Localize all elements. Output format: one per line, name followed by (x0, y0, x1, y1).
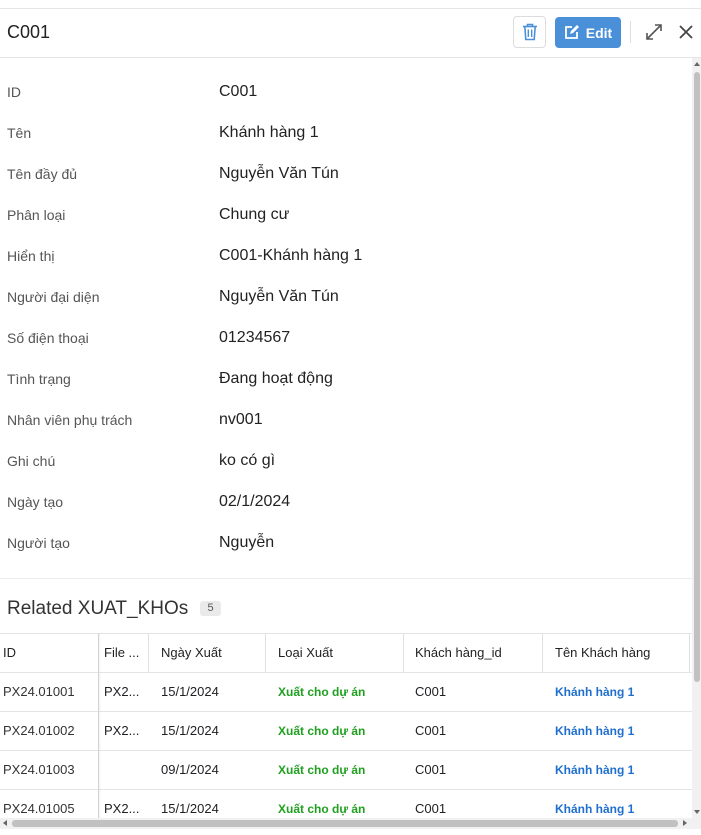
related-table: ID File ... Ngày Xuất Loại Xuất Khách hà… (0, 633, 692, 829)
column-separator (148, 634, 149, 672)
field-label: Tên (7, 125, 32, 141)
cell-loai-xuat: Xuất cho dự án (278, 763, 366, 777)
panel-header: C001 Edit (0, 9, 701, 58)
trash-icon (522, 23, 537, 41)
cell-khach-hang-id: C001 (415, 762, 447, 777)
cell-id: PX24.01001 (3, 684, 75, 699)
cell-ten-khach-hang-link[interactable]: Khánh hàng 1 (555, 712, 685, 750)
field-label: Nhân viên phụ trách (7, 412, 133, 428)
scroll-right-arrow-icon[interactable] (683, 820, 687, 826)
edit-icon (564, 25, 579, 39)
field-hien-thi: Hiển thị C001-Khánh hàng 1 (0, 222, 692, 264)
horizontal-scrollbar[interactable] (0, 818, 701, 829)
scroll-up-arrow-icon[interactable] (694, 62, 700, 66)
cell-loai-xuat: Xuất cho dự án (278, 724, 366, 738)
field-label: Tình trạng (7, 371, 71, 387)
field-ten-day-du: Tên đầy đủ Nguyễn Văn Tún (0, 140, 692, 182)
field-nguoi-dai-dien: Người đại diện Nguyễn Văn Tún (0, 263, 692, 305)
cell-ngay-xuat: 15/1/2024 (161, 684, 219, 699)
cell-ten-khach-hang-link[interactable]: Khánh hàng 1 (555, 673, 685, 711)
field-label: Phân loại (7, 207, 66, 223)
table-row[interactable]: PX24.01003 09/1/2024 Xuất cho dự án C001… (0, 751, 692, 790)
edit-button[interactable]: Edit (555, 17, 621, 48)
field-label: Người đại diện (7, 289, 100, 305)
cell-id: PX24.01002 (3, 723, 75, 738)
table-row[interactable]: PX24.01002 PX2... 15/1/2024 Xuất cho dự … (0, 712, 692, 751)
field-label: ID (7, 84, 21, 100)
cell-khach-hang-id: C001 (415, 723, 447, 738)
cell-ngay-xuat: 15/1/2024 (161, 723, 219, 738)
related-count-badge: 5 (200, 601, 221, 616)
column-header-id[interactable]: ID (3, 634, 95, 672)
related-section-title: Related XUAT_KHOs (7, 598, 189, 619)
table-header-row: ID File ... Ngày Xuất Loại Xuất Khách hà… (0, 633, 692, 673)
field-label: Ghi chú (7, 453, 56, 469)
column-separator (542, 634, 543, 672)
table-row[interactable]: PX24.01001 PX2... 15/1/2024 Xuất cho dự … (0, 673, 692, 712)
vertical-scrollbar[interactable] (692, 58, 701, 818)
cell-ngay-xuat: 09/1/2024 (161, 762, 219, 777)
cell-ten-khach-hang-link[interactable]: Khánh hàng 1 (555, 751, 685, 789)
cell-khach-hang-id: C001 (415, 684, 447, 699)
field-value: Nguyễn (219, 534, 275, 551)
vertical-scrollbar-thumb[interactable] (694, 72, 700, 682)
field-id: ID C001 (0, 58, 692, 100)
header-separator (630, 21, 631, 43)
scroll-left-arrow-icon[interactable] (3, 820, 7, 826)
field-nguoi-tao: Người tạo Nguyễn (0, 509, 692, 551)
cell-file: PX2... (104, 684, 140, 699)
field-label: Người tạo (7, 535, 70, 551)
delete-button[interactable] (513, 16, 546, 48)
field-tinh-trang: Tình trạng Đang hoạt động (0, 345, 692, 387)
detail-fields: ID C001 Tên Khánh hàng 1 Tên đầy đủ Nguy… (0, 58, 692, 551)
column-header-loai-xuat[interactable]: Loại Xuất (278, 634, 398, 672)
field-ten: Tên Khánh hàng 1 (0, 99, 692, 141)
field-so-dien-thoai: Số điện thoại 01234567 (0, 304, 692, 346)
column-header-ten-khach-hang[interactable]: Tên Khách hàng (555, 634, 685, 672)
close-icon (679, 25, 693, 39)
section-divider (0, 578, 692, 579)
field-label: Tên đầy đủ (7, 166, 78, 182)
cell-id: PX24.01003 (3, 762, 75, 777)
column-header-ngay-xuat[interactable]: Ngày Xuất (161, 634, 261, 672)
page-title: C001 (7, 22, 51, 42)
column-separator (265, 634, 266, 672)
column-header-khach-hang-id[interactable]: Khách hàng_id (415, 634, 539, 672)
horizontal-scrollbar-thumb[interactable] (12, 820, 678, 827)
edit-button-label: Edit (585, 24, 613, 41)
field-label: Hiển thị (7, 248, 55, 264)
detail-panel: C001 Edit ID C001 Tên Khánh hàng 1 Tên đ… (0, 0, 701, 835)
scroll-down-arrow-icon[interactable] (694, 810, 700, 814)
cell-file: PX2... (104, 723, 140, 738)
field-phan-loai: Phân loại Chung cư (0, 181, 692, 223)
expand-icon (646, 24, 662, 40)
cell-file (104, 751, 144, 789)
field-label: Ngày tạo (7, 494, 64, 510)
expand-button[interactable] (643, 21, 665, 43)
field-ghi-chu: Ghi chú ko có gì (0, 427, 692, 469)
cell-loai-xuat: Xuất cho dự án (278, 685, 366, 699)
field-nhan-vien-phu-trach: Nhân viên phụ trách nv001 (0, 386, 692, 428)
field-label: Số điện thoại (7, 330, 89, 346)
column-separator (403, 634, 404, 672)
close-button[interactable] (675, 21, 697, 43)
frozen-column-shadow (98, 633, 101, 823)
column-separator (689, 634, 690, 672)
column-header-file[interactable]: File ... (104, 634, 144, 672)
field-ngay-tao: Ngày tạo 02/1/2024 (0, 468, 692, 510)
